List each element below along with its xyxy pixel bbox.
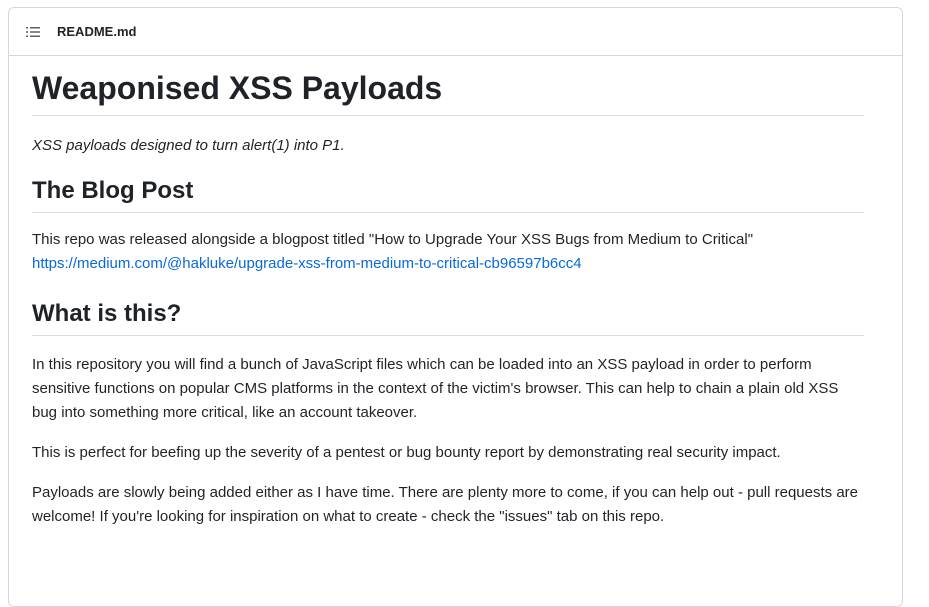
readme-tagline: XSS payloads designed to turn alert(1) i… (32, 137, 345, 154)
readme-content: Weaponised XSS Payloads XSS payloads des… (32, 57, 864, 529)
list-unordered-icon[interactable] (25, 24, 41, 40)
what-paragraph-1: In this repository you will find a bunch… (32, 356, 839, 421)
readme-title: Weaponised XSS Payloads (32, 57, 864, 116)
readme-header: README.md (9, 8, 902, 56)
what-paragraph-3: Payloads are slowly being added either a… (32, 484, 859, 525)
blog-post-text: This repo was released alongside a blogp… (32, 231, 754, 248)
what-paragraph-2: This is perfect for beefing up the sever… (32, 444, 781, 461)
blog-post-paragraph: This repo was released alongside a blogp… (32, 228, 864, 276)
heading-what-is-this: What is this? (32, 299, 864, 336)
heading-blog-post: The Blog Post (32, 176, 864, 213)
blog-post-link[interactable]: https://medium.com/@hakluke/upgrade-xss-… (32, 255, 582, 272)
readme-file-name: README.md (57, 24, 137, 39)
